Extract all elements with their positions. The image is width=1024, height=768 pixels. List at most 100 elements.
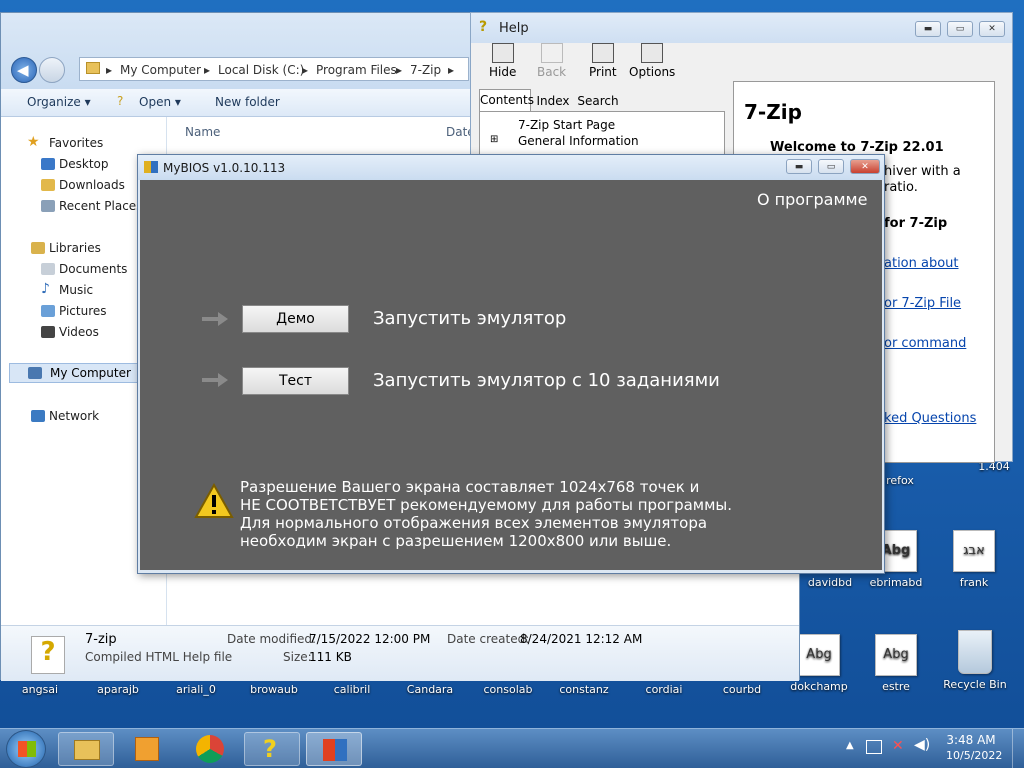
help-link[interactable]: ation about [884,256,959,271]
maximize-button[interactable]: ▭ [818,159,844,174]
breadcrumb-program-files[interactable]: Program Files [316,63,397,77]
details-pane: ? 7-zip Compiled HTML Help file Date mod… [1,625,799,681]
help-back-button[interactable]: Back [537,43,566,79]
desktop-font-icon[interactable]: courbd [704,683,780,696]
nav-network[interactable]: Network [31,409,99,423]
detail-filetype: Compiled HTML Help file [85,650,233,664]
recycle-bin-icon [958,630,992,674]
maximize-button[interactable]: ▭ [947,21,973,37]
help-print-button[interactable]: Print [589,43,617,79]
nav-libraries[interactable]: Libraries [31,241,101,255]
desktop-icon-frank[interactable]: אבג frank [940,530,1008,589]
chrome-icon [196,735,224,763]
show-desktop-button[interactable] [1012,729,1024,768]
desktop-font-icon[interactable]: aparajb [80,683,156,696]
action-center-icon[interactable] [866,740,882,754]
tab-contents[interactable]: Contents [479,89,534,111]
help-title-bar: ? Help ▬ ▭ ✕ [471,13,1012,43]
taskbar-chrome[interactable] [182,732,238,766]
desktop-font-icon[interactable]: browaub [236,683,312,696]
breadcrumb-sep-icon: ▸ [106,63,113,77]
help-link[interactable]: or command [884,336,966,351]
print-icon [591,43,614,63]
open-button[interactable]: ? Open ▾ [117,94,181,109]
start-button[interactable] [6,730,46,768]
back-arrow-icon: ◀ [17,61,29,79]
back-button[interactable]: ◀ [11,57,37,83]
detail-filename: 7-zip [85,632,117,647]
test-description: Запустить эмулятор с 10 заданиями [373,370,720,391]
nav-favorites[interactable]: ★ Favorites [27,134,103,150]
help-hide-button[interactable]: Hide [489,43,516,79]
nav-documents[interactable]: Documents [41,262,127,276]
test-button[interactable]: Тест [242,367,349,395]
expand-icon[interactable]: ⊞ [490,134,498,145]
downloads-icon [41,179,55,191]
desktop-icon-estre[interactable]: Abg estre [862,634,930,693]
tree-item-general-info[interactable]: General Information [518,134,639,148]
breadcrumb-local-disk[interactable]: Local Disk (C:) [218,63,304,77]
minimize-button[interactable]: ▬ [915,21,941,37]
taskbar-help[interactable]: ? [244,732,300,766]
nav-recent-places[interactable]: Recent Places [41,199,142,213]
detail-date-modified-label: Date modified: [227,632,317,646]
tab-index[interactable]: Index [535,91,571,111]
help-title: Help [499,21,529,36]
network-disconnected-icon[interactable]: ✕ [892,738,904,754]
tab-search[interactable]: Search [575,91,621,111]
desktop-font-icon[interactable]: constanz [546,683,622,696]
recent-places-icon [41,200,55,212]
forward-button[interactable] [39,57,65,83]
address-bar[interactable]: ▸ My Computer ▸ Local Disk (C:) ▸ Progra… [79,57,469,81]
help-options-button[interactable]: Options [629,43,675,79]
options-icon [641,43,664,63]
mybios-title-bar: MyBIOS v1.0.10.113 ▬ ▭ ✕ [138,155,884,180]
nav-music[interactable]: ♪ Music [41,281,93,297]
help-link[interactable]: ked Questions [884,411,976,426]
tree-item-start-page[interactable]: 7-Zip Start Page [518,118,615,132]
warning-icon [194,483,234,518]
taskbar-media-player[interactable] [120,732,176,766]
help-link[interactable]: or 7-Zip File [884,296,961,311]
minimize-button[interactable]: ▬ [786,159,812,174]
close-button[interactable]: ✕ [979,21,1005,37]
show-hidden-icons[interactable]: ▲ [846,740,854,751]
breadcrumb-7zip[interactable]: 7-Zip [410,63,441,77]
close-button[interactable]: ✕ [850,159,880,174]
desktop-font-icon[interactable]: ariali_0 [158,683,234,696]
folder-icon [74,740,100,760]
nav-desktop[interactable]: Desktop [41,157,109,171]
new-folder-button[interactable]: New folder [215,95,280,109]
resolution-warning: Разрешение Вашего экрана составляет 1024… [240,478,733,550]
about-link[interactable]: О программе [757,190,867,209]
help-text-line: hiver with a [884,164,961,179]
clock[interactable]: 3:48 AM 10/5/2022 [946,733,1002,762]
media-player-icon [135,737,159,761]
detail-date-created: 8/24/2021 12:12 AM [520,632,643,646]
nav-videos[interactable]: Videos [41,325,99,339]
nav-downloads[interactable]: Downloads [41,178,125,192]
breadcrumb-sep-icon: ▸ [396,63,403,77]
font-file-icon: אבג [953,530,995,572]
taskbar-mybios[interactable] [306,732,362,766]
taskbar-explorer[interactable] [58,732,114,766]
desktop-icon-recycle-bin[interactable]: Recycle Bin [941,630,1009,691]
mybios-icon [323,739,347,761]
demo-button[interactable]: Демо [242,305,349,333]
desktop-font-icon[interactable]: Candara [392,683,468,696]
breadcrumb-my-computer[interactable]: My Computer [120,63,201,77]
mybios-body: О программе Демо Запустить эмулятор Тест… [140,180,882,570]
column-header-name[interactable]: Name [185,125,220,139]
desktop-font-icon[interactable]: consolab [470,683,546,696]
desktop-font-icon[interactable]: calibril [314,683,390,696]
arrow-right-icon [202,373,228,387]
nav-pictures[interactable]: Pictures [41,304,107,318]
desktop-font-icon[interactable]: cordiai [626,683,702,696]
breadcrumb-sep-icon: ▸ [204,63,211,77]
volume-icon[interactable]: ◀) [914,737,930,753]
desktop-font-icon[interactable]: angsai [2,683,78,696]
windows-logo-icon [18,741,36,757]
help-icon: ? [479,19,488,35]
organize-button[interactable]: Organize ▾ [27,95,91,109]
star-icon: ★ [27,134,40,150]
